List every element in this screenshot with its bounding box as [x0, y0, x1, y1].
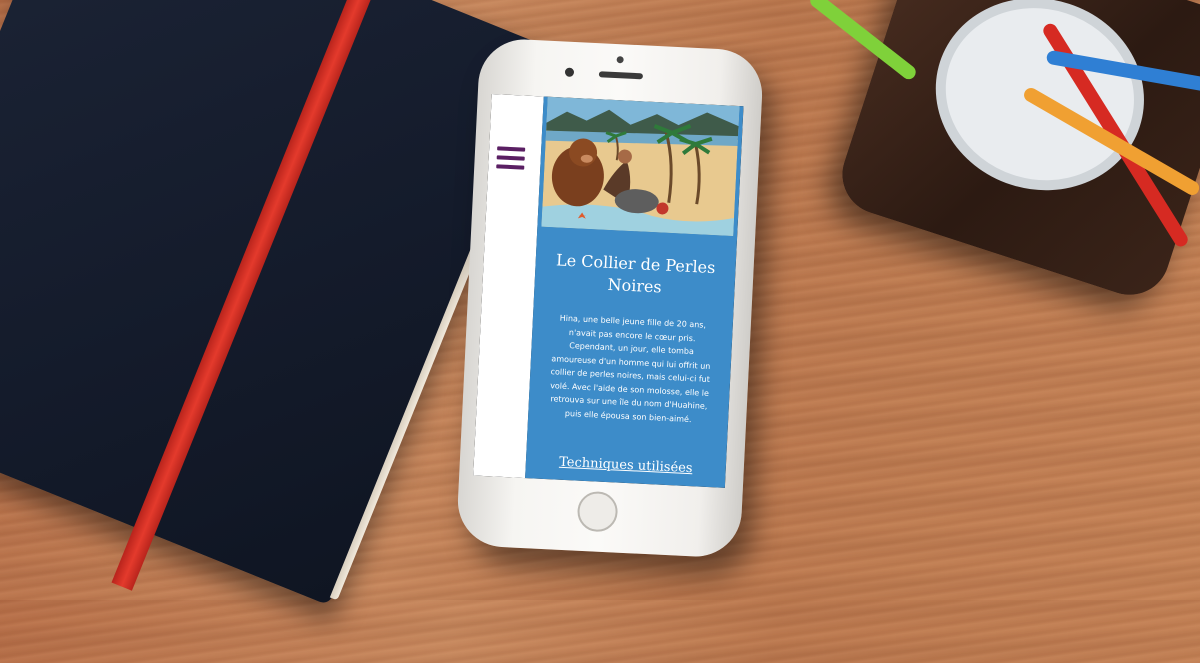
front-camera [565, 68, 574, 77]
techniques-link[interactable]: Techniques utilisées [530, 453, 723, 477]
hamburger-menu-icon[interactable] [496, 146, 525, 171]
story-title: Le Collier de Perles Noires [544, 249, 726, 302]
story-illustration [541, 97, 739, 236]
phone: Le Collier de Perles Noires Hina, une be… [456, 37, 764, 558]
menu-bar [497, 155, 525, 160]
story-text: Hina, une belle jeune fille de 20 ans, n… [542, 311, 719, 427]
phone-speaker [599, 71, 643, 79]
menu-bar [497, 146, 525, 151]
notebook-elastic-band [112, 0, 395, 591]
menu-bar [496, 164, 524, 169]
pen-holder [832, 0, 1200, 305]
story-panel: Le Collier de Perles Noires Hina, une be… [525, 97, 743, 488]
green-pen [807, 0, 918, 82]
phone-sensor [616, 56, 623, 63]
home-button[interactable] [577, 491, 619, 533]
phone-screen: Le Collier de Perles Noires Hina, une be… [473, 94, 743, 488]
